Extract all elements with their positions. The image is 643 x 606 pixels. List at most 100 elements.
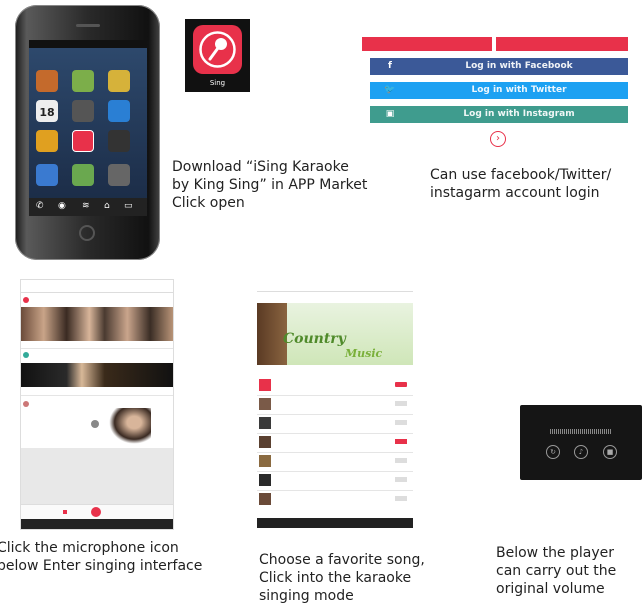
header-bar-left <box>362 37 492 51</box>
app-icon <box>108 100 130 122</box>
banner-title: Country <box>283 331 346 347</box>
clock-icon <box>36 130 58 152</box>
phone-icon: ✆ <box>36 201 44 211</box>
camera-icon: ▣ <box>385 109 395 119</box>
header-bar-right <box>496 37 628 51</box>
divider <box>257 414 413 415</box>
caption-line: original volume <box>496 581 605 597</box>
sing-app-tile: Sing <box>185 19 250 92</box>
sing-button[interactable] <box>395 439 407 444</box>
speaker-icon: ◉ <box>58 201 66 211</box>
caption-line: singing mode <box>259 588 354 604</box>
twitter-login-button[interactable]: 🐦 Log in with Twitter <box>370 82 628 99</box>
caption-line: Download “iSing Karaoke <box>172 159 349 175</box>
song-thumb <box>259 455 271 467</box>
next-arrow-icon[interactable]: › <box>490 131 506 147</box>
step1-caption: Download “iSing Karaoke by King Sing” in… <box>172 158 367 212</box>
login-button-label: Log in with Twitter <box>471 85 567 95</box>
app-icon <box>72 164 94 186</box>
song-thumb <box>259 417 271 429</box>
stop-icon[interactable]: ■ <box>603 445 617 459</box>
post-image <box>21 307 173 341</box>
system-nav-bar <box>257 518 413 528</box>
piano-icon <box>108 130 130 152</box>
instagram-login-button[interactable]: ▣ Log in with Instagram <box>370 106 628 123</box>
avatar <box>23 352 29 358</box>
post-image <box>21 363 173 387</box>
sing-button[interactable] <box>395 382 407 387</box>
song-thumb <box>259 493 271 505</box>
divider <box>257 452 413 453</box>
phone-screen <box>29 40 147 216</box>
app-icon <box>108 70 130 92</box>
songlist-screenshot: Country Music <box>257 279 413 528</box>
song-thumb <box>259 398 271 410</box>
system-nav-bar <box>21 519 173 529</box>
step4-caption: Choose a favorite song, Click into the k… <box>259 551 425 605</box>
divider <box>257 433 413 434</box>
caption-line: Click the microphone icon <box>0 540 179 556</box>
caption-line: Choose a favorite song, <box>259 552 425 568</box>
category-tabs <box>257 295 413 301</box>
original-vocal-icon[interactable]: ♪ <box>574 445 588 459</box>
globe-icon <box>36 164 58 186</box>
sing-app-icon <box>72 130 94 152</box>
caption-line: can carry out the <box>496 563 617 579</box>
song-thumb <box>259 436 271 448</box>
sing-button[interactable] <box>395 477 407 482</box>
divider <box>257 490 413 491</box>
sing-button[interactable] <box>395 458 407 463</box>
step2-caption: Can use facebook/Twitter/ instagarm acco… <box>430 166 611 202</box>
wifi-icon: ≋ <box>82 201 90 211</box>
song-thumb <box>259 474 271 486</box>
app-icon <box>36 70 58 92</box>
divider <box>257 395 413 396</box>
song-thumb <box>259 379 271 391</box>
caption-line: Can use facebook/Twitter/ <box>430 167 612 183</box>
section-title <box>257 369 413 377</box>
step5-caption: Below the player can carry out the origi… <box>496 544 616 598</box>
phone-speaker <box>76 24 100 27</box>
phone-status-bar <box>29 40 147 48</box>
phone-home-button <box>79 225 95 241</box>
divider <box>21 348 173 349</box>
bird-icon: 🐦 <box>384 85 396 95</box>
replay-icon[interactable]: ↻ <box>546 445 560 459</box>
caption-line: Below the player <box>496 545 615 561</box>
facebook-login-button[interactable]: f Log in with Facebook <box>370 58 628 75</box>
sing-button[interactable] <box>395 401 407 406</box>
home-icon: ⌂ <box>104 201 110 211</box>
caption-line: Click open <box>172 195 245 211</box>
caption-line: Click into the karaoke <box>259 570 412 586</box>
play-icon[interactable] <box>91 420 99 428</box>
country-music-banner[interactable]: Country Music <box>257 303 413 365</box>
post-image <box>109 408 151 444</box>
caption-line: by King Sing” in APP Market <box>172 177 368 193</box>
step3-caption: Click the microphone icon below Enter si… <box>0 539 202 575</box>
camera-icon <box>72 100 94 122</box>
feed-screenshot <box>20 279 174 530</box>
app-icon <box>72 70 94 92</box>
tv-icon: ▭ <box>124 201 133 211</box>
facebook-icon: f <box>388 61 392 71</box>
avatar <box>23 297 29 303</box>
songlist-header <box>257 279 413 292</box>
caption-line: below Enter singing interface <box>0 558 203 574</box>
avatar <box>23 401 29 407</box>
lock-icon <box>108 164 130 186</box>
feed-header <box>21 280 173 293</box>
calendar-icon: 18 <box>36 100 58 122</box>
sing-button[interactable] <box>395 496 407 501</box>
app-name-label: Sing <box>209 79 226 87</box>
tab-icon[interactable] <box>63 510 67 514</box>
login-button-label: Log in with Instagram <box>463 109 575 119</box>
sing-button[interactable] <box>395 420 407 425</box>
comment-area <box>21 448 173 508</box>
divider <box>257 471 413 472</box>
microphone-icon[interactable] <box>91 507 101 517</box>
volume-meter <box>550 429 612 434</box>
divider <box>21 395 173 396</box>
caption-line: instagarm account login <box>430 185 600 201</box>
banner-subtitle: Music <box>345 347 383 360</box>
login-button-label: Log in with Facebook <box>465 61 573 71</box>
